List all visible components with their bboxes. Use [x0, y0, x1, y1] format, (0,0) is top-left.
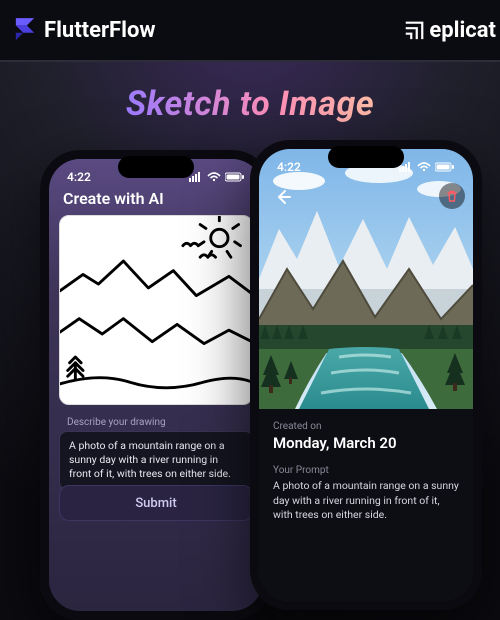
phones-container: 4:22 Create with AI [0, 150, 500, 530]
submit-button[interactable]: Submit [59, 485, 253, 521]
hero-section: Sketch to Image 4:22 Create with AI [0, 62, 500, 500]
trash-icon [445, 189, 459, 203]
flutterflow-logo-text: FlutterFlow [44, 18, 156, 43]
headline: Sketch to Image [0, 84, 500, 124]
prompt-label: Describe your drawing [67, 417, 253, 428]
flutterflow-logo-icon [14, 16, 36, 44]
flutterflow-brand: FlutterFlow [14, 16, 156, 44]
phone-result: 4:22 [250, 140, 482, 610]
dynamic-island [328, 146, 404, 168]
created-on-value: Monday, March 20 [273, 434, 459, 452]
wifi-icon [207, 172, 221, 182]
replicate-logo-text: eplicat [429, 18, 496, 43]
delete-button[interactable] [439, 183, 465, 209]
battery-icon [435, 162, 455, 172]
replicate-brand: eplicat [403, 18, 496, 43]
status-time: 4:22 [277, 160, 301, 174]
created-on-section: Created on Monday, March 20 [259, 411, 473, 452]
screen-title: Create with AI [63, 189, 164, 208]
prompt-section: Describe your drawing A photo of a mount… [59, 417, 253, 490]
phone-sketch: 4:22 Create with AI [40, 150, 272, 620]
arrow-left-icon [274, 188, 292, 206]
sketch-drawing [60, 216, 252, 404]
created-on-label: Created on [273, 421, 459, 432]
your-prompt-value: A photo of a mountain range on a sunny d… [273, 479, 459, 523]
prompt-input[interactable]: A photo of a mountain range on a sunny d… [59, 431, 253, 490]
sketch-canvas[interactable] [59, 215, 253, 405]
status-time: 4:22 [67, 170, 91, 184]
status-icons [399, 162, 455, 172]
back-button[interactable] [271, 185, 295, 209]
top-bar: FlutterFlow eplicat [0, 0, 500, 62]
phone-result-screen: 4:22 [259, 149, 473, 601]
your-prompt-section: Your Prompt A photo of a mountain range … [259, 461, 473, 523]
phone-sketch-screen: 4:22 Create with AI [49, 159, 263, 611]
your-prompt-label: Your Prompt [273, 465, 459, 476]
replicate-logo-icon [403, 19, 425, 41]
dynamic-island [118, 156, 194, 178]
battery-icon [225, 172, 245, 182]
status-icons [189, 172, 245, 182]
wifi-icon [417, 162, 431, 172]
